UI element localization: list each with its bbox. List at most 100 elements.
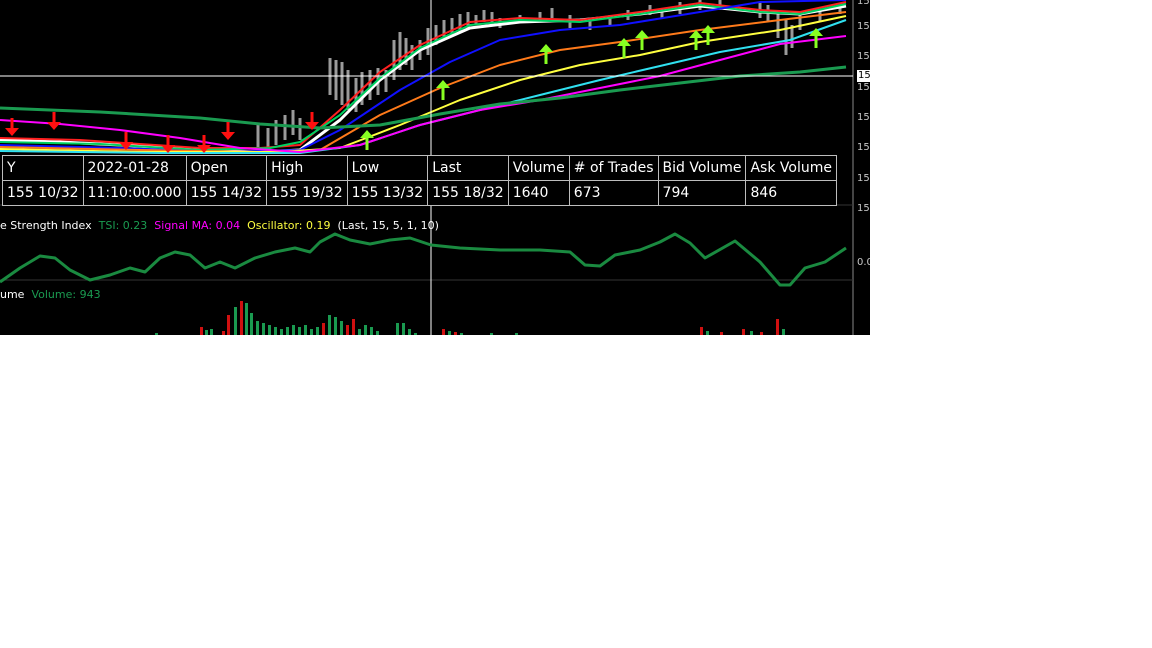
volume-bar (322, 323, 325, 335)
tsi-zero-label: 0.0 (857, 257, 870, 268)
volume-bar (402, 323, 405, 335)
volume-bar (328, 315, 331, 335)
volume-study-name: ume (0, 288, 25, 301)
volume-bar (222, 331, 225, 335)
volume-bar (292, 325, 295, 335)
tsi-study-name: e Strength Index (0, 219, 92, 232)
volume-bar (776, 319, 779, 335)
volume-bar (750, 331, 753, 335)
value-cell: 155 14/32 (185, 180, 268, 206)
tsi-params: (Last, 15, 5, 1, 10) (337, 219, 439, 232)
volume-bar (340, 321, 343, 335)
oscillator-value: Oscillator: 0.19 (247, 219, 331, 232)
volume-bar (310, 329, 313, 335)
value-cell: 155 18/32 (427, 180, 509, 206)
volume-bar (334, 317, 337, 335)
chart-window[interactable]: 15 15 15 15 15 15 15 15 15 Y 2022-01-28 … (0, 0, 870, 335)
volume-bar (155, 333, 158, 335)
crosshair-price-label: 15 (857, 70, 870, 82)
value-cell: 794 (657, 180, 747, 206)
volume-bar (227, 315, 230, 335)
header-cell: # of Trades (568, 155, 659, 181)
volume-bar (370, 327, 373, 335)
sell-arrow-head (221, 132, 235, 140)
price-tick-label: 15 (857, 203, 870, 214)
volume-bar (262, 323, 265, 335)
volume-bar (782, 329, 785, 335)
header-cell: Open (185, 155, 268, 181)
volume-bar (200, 327, 203, 335)
volume-bar (448, 331, 451, 335)
volume-bar (376, 331, 379, 335)
volume-bar (280, 329, 283, 335)
volume-bar (274, 327, 277, 335)
volume-bar (706, 331, 709, 335)
tsi-line (0, 232, 847, 287)
value-cell: 846 (745, 180, 837, 206)
volume-bar (250, 313, 253, 335)
header-cell: High (266, 155, 348, 181)
price-tick-label: 15 (857, 112, 870, 123)
volume-bar (352, 319, 355, 335)
volume-bar (346, 325, 349, 335)
volume-bar (414, 333, 417, 335)
volume-bar (316, 327, 319, 335)
price-tick-label: 15 (857, 142, 870, 153)
header-cell: Y (2, 155, 84, 181)
volume-bar (408, 329, 411, 335)
value-cell: 155 19/32 (266, 180, 348, 206)
price-tick-label: 15 (857, 0, 870, 7)
volume-value: Volume: 943 (31, 288, 101, 301)
volume-bar (304, 325, 307, 335)
volume-bar (234, 307, 237, 335)
volume-bar (490, 333, 493, 335)
volume-bar (210, 329, 213, 335)
price-tick-label: 15 (857, 51, 870, 62)
volume-bar (442, 329, 445, 335)
value-cell: 155 13/32 (346, 180, 429, 206)
price-tick-label: 15 (857, 82, 870, 93)
volume-bar (205, 330, 208, 335)
value-cell: 1640 (507, 180, 570, 206)
data-window-header-row: Y 2022-01-28 Open High Low Last Volume #… (2, 155, 837, 181)
value-cell: 155 10/32 (2, 180, 84, 206)
volume-bar (286, 327, 289, 335)
volume-bar (298, 327, 301, 335)
buy-arrow-head (539, 44, 553, 52)
volume-bar (245, 303, 248, 335)
buy-arrow-head (360, 130, 374, 138)
volume-bar (454, 332, 457, 335)
sell-arrow-head (5, 128, 19, 136)
volume-study-legend[interactable]: ume Volume: 943 (0, 288, 101, 301)
buy-arrow-head (635, 30, 649, 38)
volume-bar (460, 333, 463, 335)
volume-bar (742, 329, 745, 335)
header-cell: Volume (507, 155, 570, 181)
tsi-study-legend[interactable]: e Strength Index TSI: 0.23 Signal MA: 0.… (0, 219, 439, 232)
header-cell: Bid Volume (657, 155, 747, 181)
value-cell: 11:10:00.000 (82, 180, 187, 206)
volume-bar (364, 325, 367, 335)
tsi-value: TSI: 0.23 (98, 219, 148, 232)
volume-bar (358, 329, 361, 335)
volume-bar (396, 323, 399, 335)
header-cell: Last (427, 155, 509, 181)
header-cell: Low (346, 155, 429, 181)
price-tick-label: 15 (857, 173, 870, 184)
sell-arrow-head (47, 122, 61, 130)
header-cell: Ask Volume (745, 155, 837, 181)
volume-bar (760, 332, 763, 335)
volume-bar (515, 333, 518, 335)
data-window-table: Y 2022-01-28 Open High Low Last Volume #… (2, 155, 837, 206)
price-tick-label: 15 (857, 21, 870, 32)
volume-bar (720, 332, 723, 335)
header-cell: 2022-01-28 (82, 155, 187, 181)
value-cell: 673 (568, 180, 659, 206)
data-window-value-row: 155 10/32 11:10:00.000 155 14/32 155 19/… (2, 180, 837, 206)
ema-red-line (0, 1, 847, 149)
signal-ma-value: Signal MA: 0.04 (154, 219, 241, 232)
volume-bar (700, 327, 703, 335)
volume-bar (240, 301, 243, 335)
volume-bar (256, 321, 259, 335)
volume-bar (268, 325, 271, 335)
